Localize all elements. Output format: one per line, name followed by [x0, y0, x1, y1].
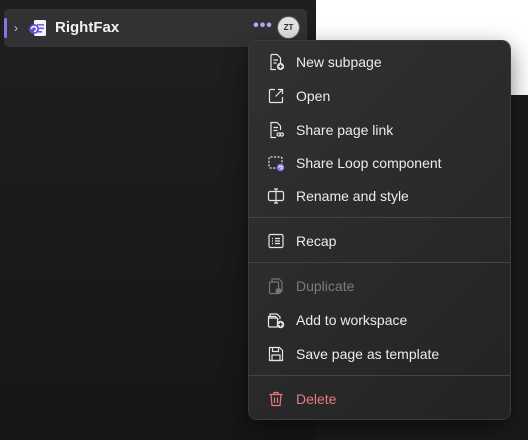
menu-item-label: New subpage	[296, 54, 382, 70]
menu-item-rename-and-style[interactable]: Rename and style	[249, 180, 510, 212]
menu-item-new-subpage[interactable]: New subpage	[249, 46, 510, 78]
menu-item-label: Duplicate	[296, 278, 355, 294]
avatar[interactable]: ZT	[278, 17, 299, 38]
menu-item-label: Add to workspace	[296, 312, 408, 328]
expand-chevron-icon[interactable]: ›	[11, 21, 21, 35]
menu-item-label: Rename and style	[296, 188, 409, 204]
rename-icon	[267, 187, 285, 205]
menu-divider	[249, 375, 510, 376]
save-icon	[267, 345, 285, 363]
page-title[interactable]: RightFax	[55, 19, 119, 37]
menu-divider	[249, 262, 510, 263]
menu-item-share-loop-component[interactable]: Share Loop component	[249, 147, 510, 179]
share-link-icon	[267, 121, 285, 139]
loop-page-icon	[28, 19, 48, 37]
trash-icon	[267, 390, 285, 408]
menu-item-delete[interactable]: Delete	[249, 383, 510, 415]
menu-item-recap[interactable]: Recap	[249, 225, 510, 257]
menu-item-label: Open	[296, 88, 331, 104]
menu-item-save-page-as-template[interactable]: Save page as template	[249, 338, 510, 370]
menu-item-label: Share page link	[296, 122, 394, 138]
selected-indicator	[4, 18, 7, 38]
context-menu: New subpage Open Share page link Share L…	[249, 41, 510, 419]
menu-item-label: Save page as template	[296, 346, 440, 362]
duplicate-icon	[267, 277, 285, 295]
menu-item-label: Recap	[296, 233, 337, 249]
menu-divider	[249, 217, 510, 218]
menu-item-label: Share Loop component	[296, 155, 442, 171]
more-options-button[interactable]: •••	[253, 18, 273, 37]
menu-item-share-page-link[interactable]: Share page link	[249, 114, 510, 146]
menu-item-label: Delete	[296, 391, 337, 407]
new-subpage-icon	[267, 53, 285, 71]
menu-item-open[interactable]: Open	[249, 80, 510, 112]
add-to-workspace-icon	[267, 311, 285, 329]
loop-component-icon	[267, 154, 285, 172]
recap-icon	[267, 232, 285, 250]
open-external-icon	[267, 87, 285, 105]
menu-item-duplicate[interactable]: Duplicate	[249, 270, 510, 302]
menu-item-add-to-workspace[interactable]: Add to workspace	[249, 304, 510, 336]
